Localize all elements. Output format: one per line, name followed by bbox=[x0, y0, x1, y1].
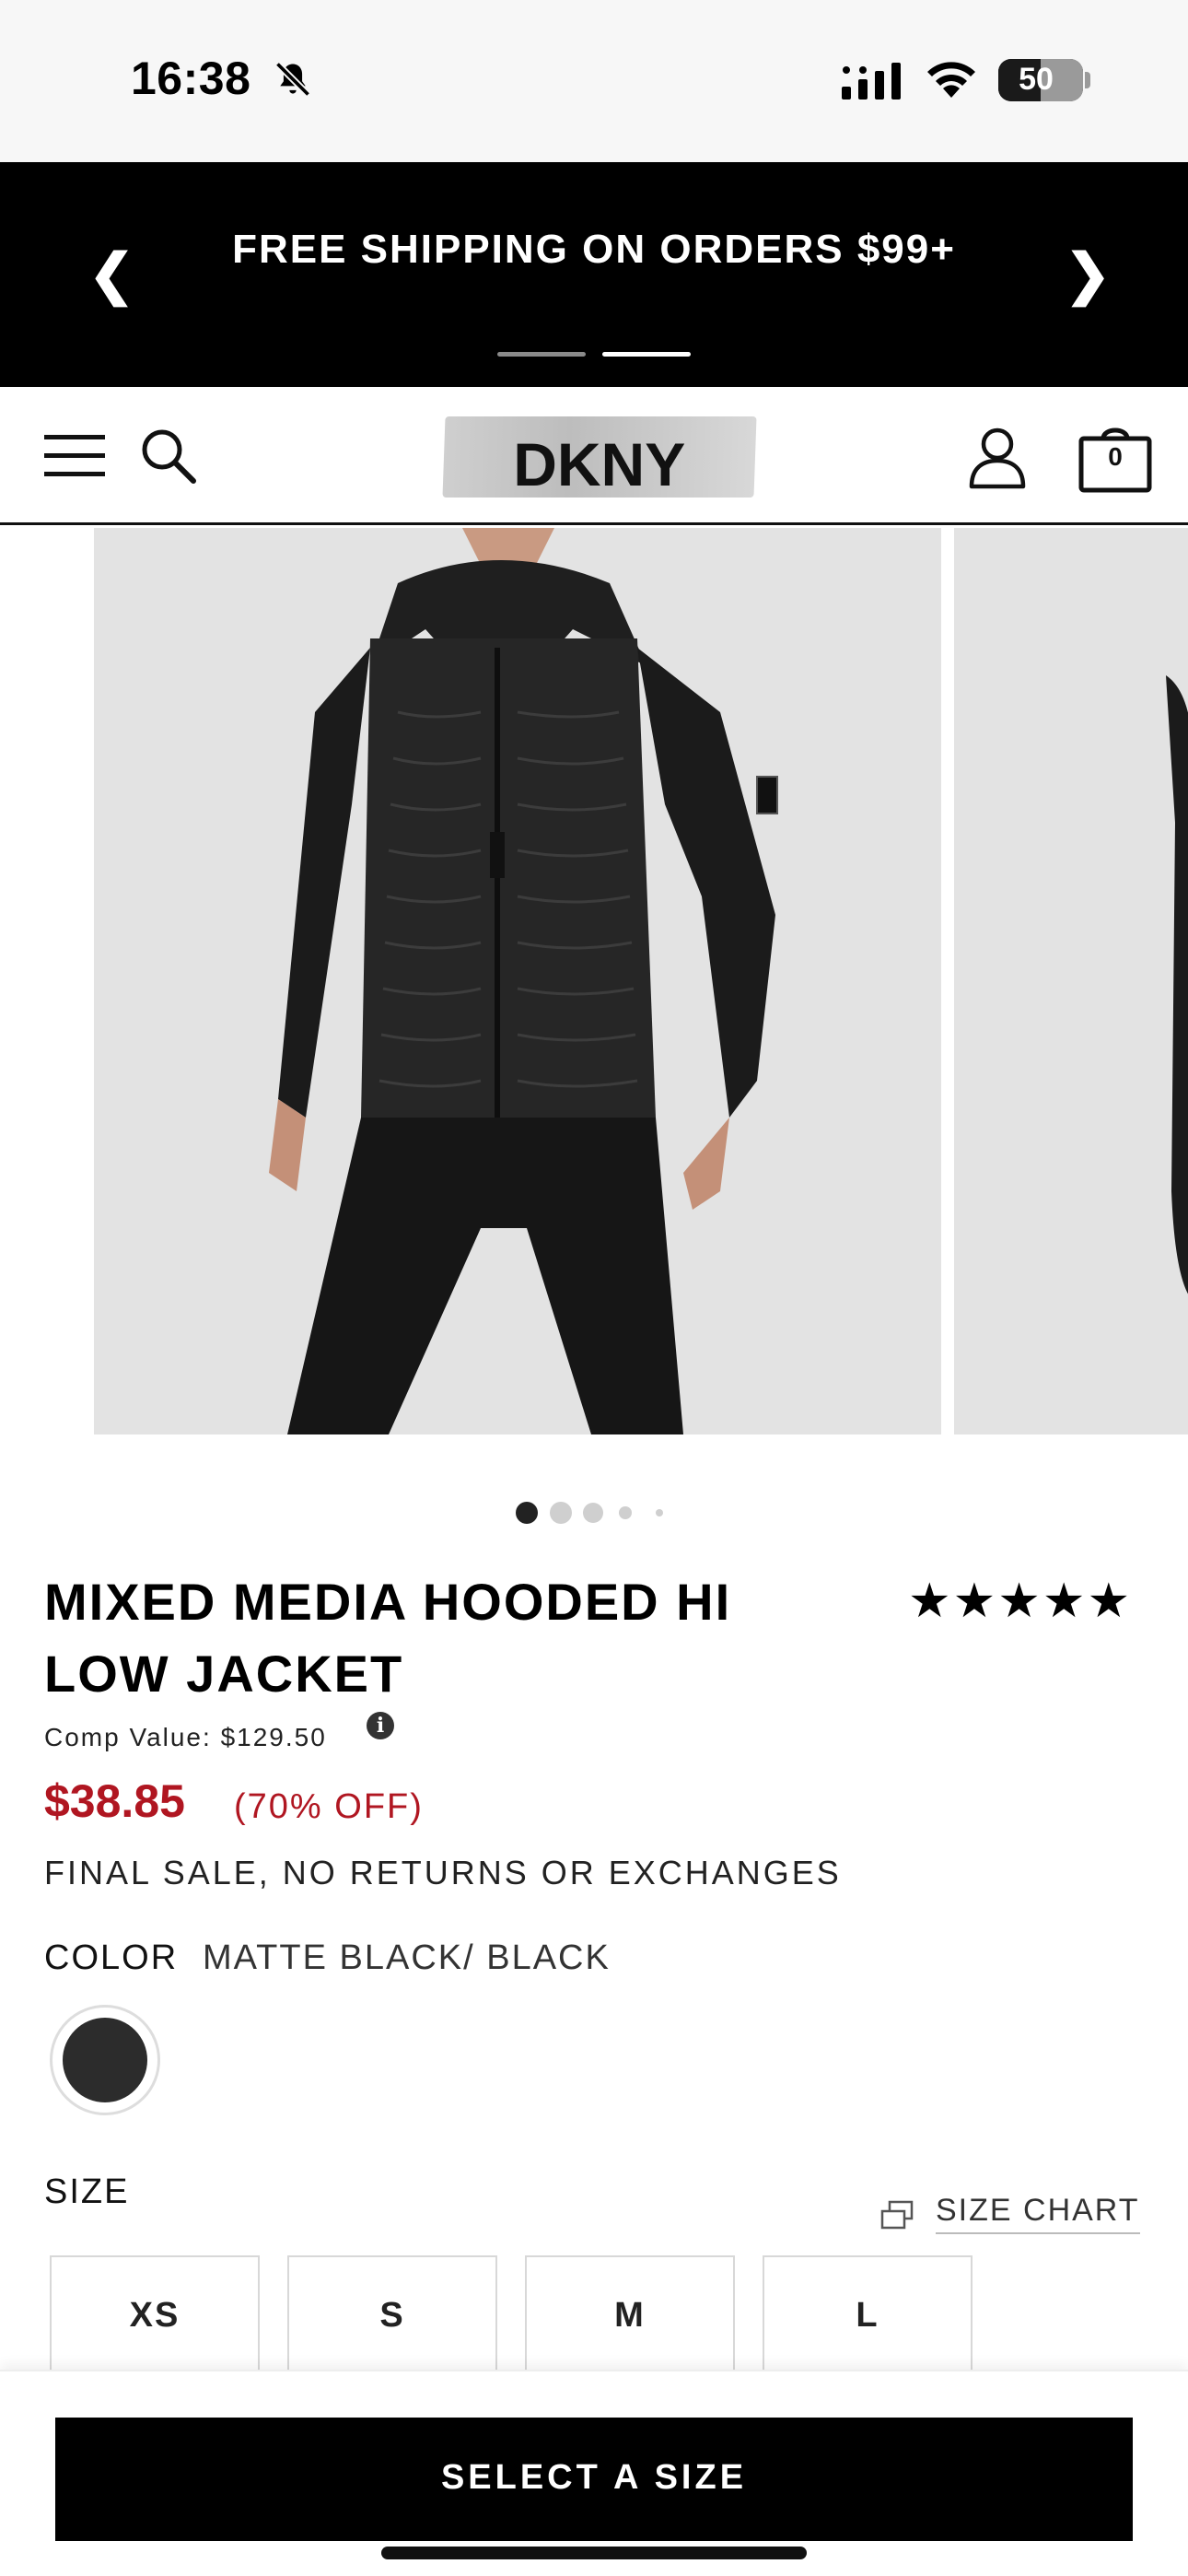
bag-count: 0 bbox=[1108, 442, 1123, 471]
battery-icon: 50 bbox=[998, 59, 1083, 101]
promo-text[interactable]: FREE SHIPPING ON ORDERS $99+ bbox=[0, 227, 1188, 273]
rating-stars[interactable]: ★★★★★ bbox=[908, 1574, 1132, 1629]
brand-logo[interactable]: DKNY bbox=[442, 416, 757, 498]
search-icon[interactable] bbox=[138, 426, 199, 486]
home-indicator[interactable] bbox=[381, 2547, 807, 2559]
size-option-l[interactable]: L bbox=[763, 2255, 973, 2384]
jacket-photo-alt bbox=[954, 528, 1188, 1434]
status-bar: 16:38 50 bbox=[0, 0, 1188, 162]
carousel-dot-active[interactable] bbox=[516, 1502, 538, 1524]
promo-dot[interactable] bbox=[497, 352, 586, 357]
carousel-dot[interactable] bbox=[656, 1509, 663, 1516]
product-gallery[interactable] bbox=[0, 528, 1188, 1434]
product-title: MIXED MEDIA HOODED HI LOW JACKET bbox=[44, 1573, 732, 1703]
carousel-dot[interactable] bbox=[583, 1503, 603, 1523]
discount-text: (70% OFF) bbox=[234, 1787, 424, 1826]
jacket-photo bbox=[94, 528, 941, 1434]
select-size-button[interactable]: SELECT A SIZE bbox=[55, 2418, 1133, 2541]
cellular-signal-icon bbox=[842, 63, 901, 100]
sticky-cta-bar: SELECT A SIZE bbox=[0, 2370, 1188, 2576]
battery-level: 50 bbox=[1019, 62, 1054, 97]
wifi-icon bbox=[927, 62, 975, 98]
color-swatch-matte-black[interactable] bbox=[63, 2018, 147, 2102]
menu-icon[interactable] bbox=[44, 433, 105, 479]
size-option-xs[interactable]: XS bbox=[50, 2255, 260, 2384]
promo-next-button[interactable]: ❯ bbox=[1065, 247, 1111, 302]
site-header: DKNY 0 bbox=[0, 387, 1188, 525]
size-option-s[interactable]: S bbox=[287, 2255, 497, 2384]
product-image-main[interactable] bbox=[94, 528, 941, 1434]
color-label: COLOR bbox=[44, 1938, 179, 1977]
size-chart-icon bbox=[880, 2200, 914, 2230]
promo-dot-active[interactable] bbox=[602, 352, 691, 357]
final-sale-notice: FINAL SALE, NO RETURNS OR EXCHANGES bbox=[44, 1854, 842, 1891]
sale-price: $38.85 bbox=[44, 1775, 185, 1827]
size-label: SIZE bbox=[44, 2172, 130, 2211]
size-option-m[interactable]: M bbox=[525, 2255, 735, 2384]
carousel-dot[interactable] bbox=[550, 1502, 572, 1524]
account-icon[interactable] bbox=[967, 426, 1028, 490]
info-icon[interactable]: i bbox=[367, 1712, 394, 1739]
bell-muted-icon bbox=[274, 61, 311, 98]
carousel-dot[interactable] bbox=[619, 1506, 632, 1519]
carousel-dots bbox=[0, 1498, 1188, 1526]
status-time: 16:38 bbox=[131, 53, 251, 104]
battery-tip bbox=[1085, 72, 1090, 88]
color-value: MATTE BLACK/ BLACK bbox=[203, 1938, 611, 1977]
promo-banner: ❮ FREE SHIPPING ON ORDERS $99+ ❯ bbox=[0, 162, 1188, 387]
product-image-next[interactable] bbox=[954, 528, 1188, 1434]
size-chart-label[interactable]: SIZE CHART bbox=[936, 2193, 1140, 2234]
comp-value: Comp Value: $129.50 bbox=[44, 1723, 327, 1751]
